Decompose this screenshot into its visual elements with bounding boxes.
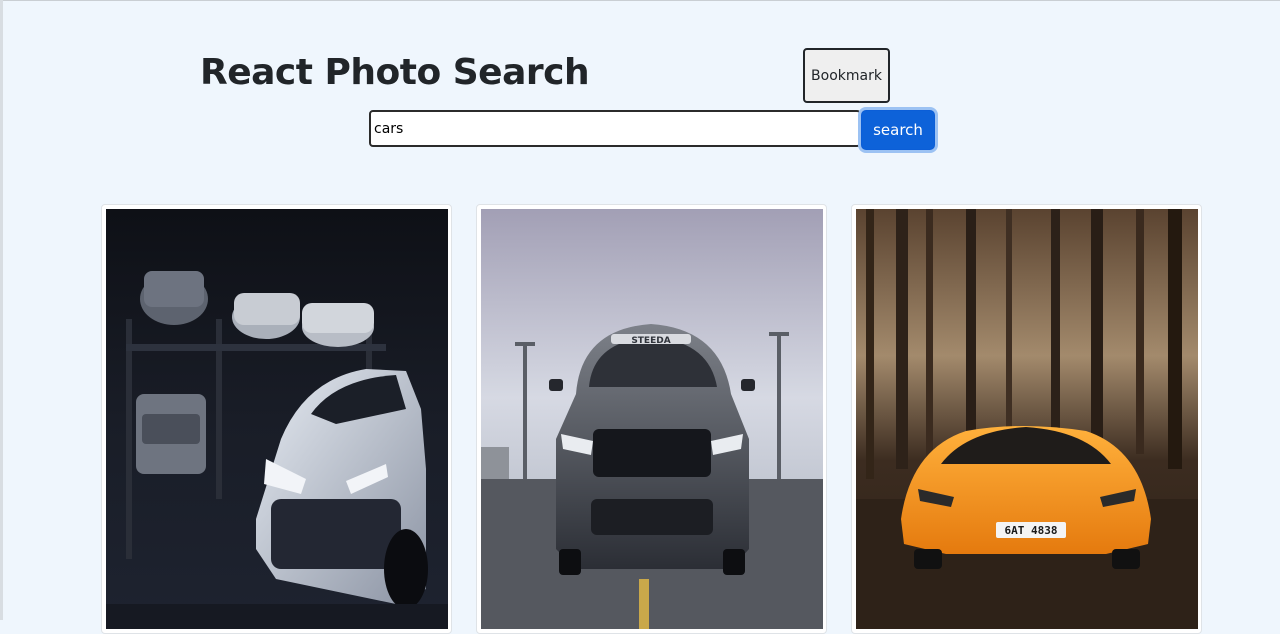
photo-image bbox=[106, 209, 448, 629]
photo-card[interactable] bbox=[101, 204, 452, 634]
photo-card[interactable]: 6AT 4838 bbox=[851, 204, 1202, 634]
window-left-border bbox=[0, 0, 3, 620]
search-button[interactable]: search bbox=[861, 110, 935, 150]
window-top-border bbox=[0, 0, 1280, 1]
bookmark-button[interactable]: Bookmark bbox=[803, 48, 890, 103]
photo-image: STEEDA bbox=[481, 209, 823, 629]
photo-card[interactable]: STEEDA bbox=[476, 204, 827, 634]
steeda-decal: STEEDA bbox=[631, 336, 670, 346]
page-title: React Photo Search bbox=[200, 52, 590, 93]
license-plate: 6AT 4838 bbox=[1005, 524, 1058, 537]
search-input[interactable] bbox=[369, 110, 861, 147]
photo-image: 6AT 4838 bbox=[856, 209, 1198, 629]
